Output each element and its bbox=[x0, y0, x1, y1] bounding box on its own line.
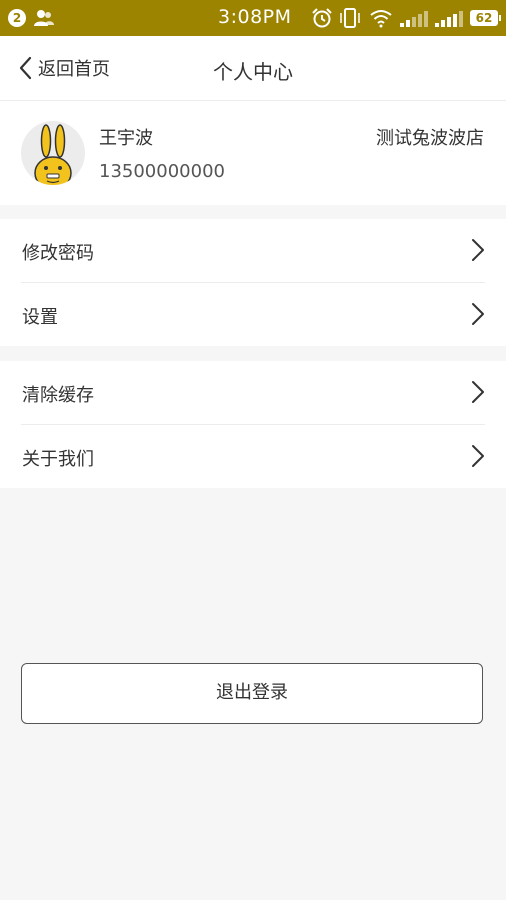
menu-item-about-us[interactable]: 关于我们 bbox=[21, 425, 485, 488]
rabbit-avatar-icon bbox=[34, 124, 72, 185]
avatar bbox=[21, 121, 85, 185]
profile-card: 王宇波 13500000000 测试兔波波店 bbox=[0, 101, 506, 205]
menu-item-label: 设置 bbox=[22, 307, 58, 328]
nav-bar: 返回首页 个人中心 bbox=[0, 36, 506, 101]
chevron-right-icon bbox=[472, 239, 484, 261]
battery-icon: 62 bbox=[470, 10, 501, 26]
alarm-icon bbox=[312, 8, 332, 28]
signal-icon bbox=[435, 11, 463, 27]
store-name: 测试兔波波店 bbox=[376, 128, 484, 149]
menu-item-change-password[interactable]: 修改密码 bbox=[21, 219, 485, 283]
user-phone: 13500000000 bbox=[99, 161, 225, 182]
vibrate-icon bbox=[340, 8, 360, 28]
status-bar: 2 3:08PM 62 bbox=[0, 0, 506, 36]
clock: 3:08PM bbox=[218, 6, 292, 28]
logout-button[interactable]: 退出登录 bbox=[21, 663, 483, 724]
chevron-right-icon bbox=[472, 303, 484, 325]
menu-group-app: 清除缓存 关于我们 bbox=[0, 361, 506, 488]
menu-item-label: 修改密码 bbox=[22, 243, 94, 264]
menu-item-settings[interactable]: 设置 bbox=[21, 283, 485, 346]
user-name: 王宇波 bbox=[99, 128, 153, 149]
menu-item-clear-cache[interactable]: 清除缓存 bbox=[21, 361, 485, 425]
users-icon bbox=[34, 10, 54, 26]
signal-icon bbox=[400, 11, 428, 27]
menu-item-label: 关于我们 bbox=[22, 449, 94, 470]
page-title: 个人中心 bbox=[213, 60, 293, 84]
chevron-right-icon bbox=[472, 445, 484, 467]
wifi-icon bbox=[370, 10, 392, 28]
notification-badge: 2 bbox=[8, 9, 26, 27]
chevron-right-icon bbox=[472, 381, 484, 403]
menu-item-label: 清除缓存 bbox=[22, 385, 94, 406]
menu-group-account: 修改密码 设置 bbox=[0, 219, 506, 346]
